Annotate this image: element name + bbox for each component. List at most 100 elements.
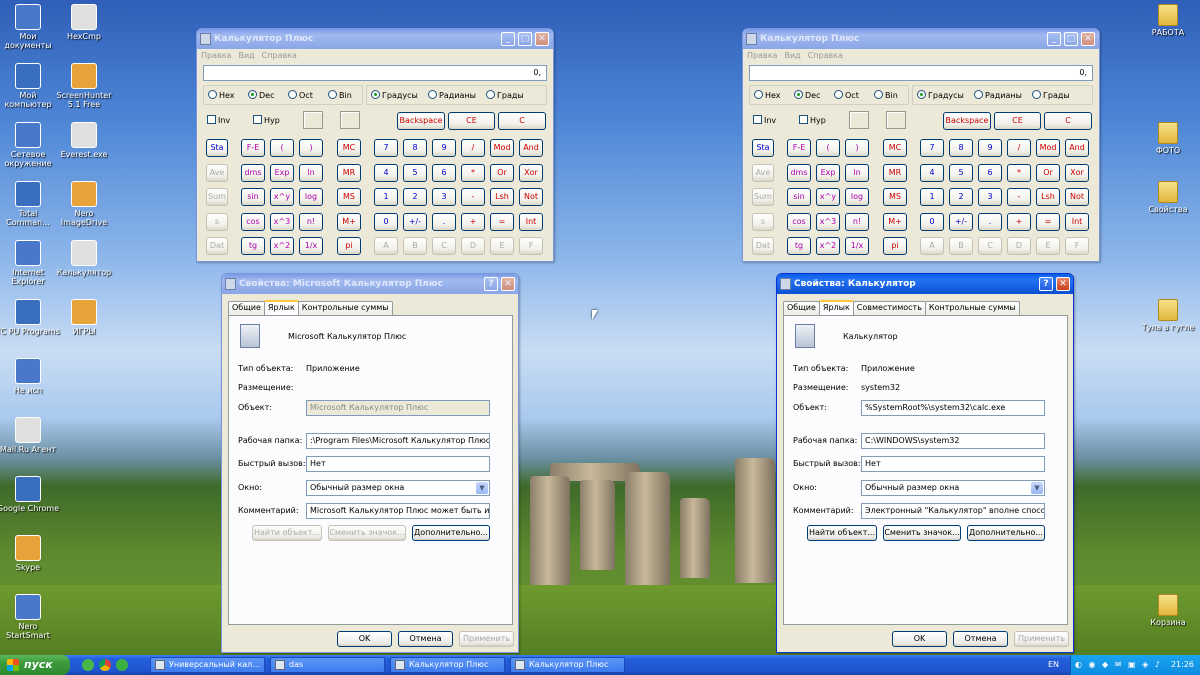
- key-4-6[interactable]: B: [949, 237, 973, 255]
- key-2-1[interactable]: sin: [787, 188, 811, 206]
- backspace-button[interactable]: Backspace: [397, 112, 445, 130]
- key-2-10[interactable]: Not: [519, 188, 543, 206]
- key-2-9[interactable]: Lsh: [1036, 188, 1060, 206]
- key-1-9[interactable]: Or: [490, 163, 514, 182]
- key-1-6[interactable]: 5: [403, 163, 427, 182]
- backspace-button[interactable]: Backspace: [943, 112, 991, 130]
- key-0-7[interactable]: 9: [978, 139, 1002, 157]
- quicklaunch-refresh-icon[interactable]: [82, 659, 94, 671]
- key-1-6[interactable]: 5: [949, 163, 973, 182]
- key-2-3[interactable]: log: [845, 188, 869, 206]
- key-1-10[interactable]: Xor: [519, 163, 543, 182]
- maximize-button[interactable]: □: [518, 32, 532, 46]
- desktop-icon[interactable]: Сетевое окружение: [0, 122, 60, 168]
- maximize-button[interactable]: □: [1064, 32, 1078, 46]
- key-0-6[interactable]: 8: [403, 139, 427, 157]
- ok-button[interactable]: OK: [892, 631, 947, 647]
- key-3-6[interactable]: +/-: [949, 212, 973, 231]
- key-0-1[interactable]: F-E: [241, 139, 265, 157]
- desktop-icon[interactable]: Не исп: [0, 358, 60, 395]
- chevron-down-icon[interactable]: ▼: [1031, 482, 1043, 494]
- key-0-0[interactable]: Sta: [206, 139, 228, 157]
- key-3-7[interactable]: .: [978, 212, 1002, 231]
- find-object-button[interactable]: Найти объект...: [252, 525, 322, 541]
- key-0-2[interactable]: (: [816, 139, 840, 157]
- desktop-icon[interactable]: Корзина: [1136, 594, 1200, 627]
- key-2-10[interactable]: Not: [1065, 188, 1089, 206]
- key-0-3[interactable]: ): [845, 139, 869, 157]
- radio-dec[interactable]: Dec: [794, 90, 820, 101]
- menu-item[interactable]: Вид: [784, 51, 800, 60]
- desktop-icon[interactable]: Google Chrome: [0, 476, 60, 513]
- minimize-button[interactable]: _: [501, 32, 515, 46]
- key-3-10[interactable]: Int: [1065, 212, 1089, 231]
- menu-item[interactable]: Справка: [262, 51, 297, 60]
- key-0-5[interactable]: 7: [920, 139, 944, 157]
- workdir-field[interactable]: C:\WINDOWS\system32: [861, 433, 1045, 449]
- c-button[interactable]: C: [498, 112, 546, 130]
- tab[interactable]: Ярлык: [818, 300, 854, 315]
- key-0-9[interactable]: Mod: [490, 139, 514, 157]
- desktop-icon[interactable]: Мой компьютер: [0, 63, 60, 109]
- key-1-0[interactable]: Ave: [206, 163, 228, 182]
- ce-button[interactable]: CE: [448, 112, 495, 130]
- properties-window-left[interactable]: Свойства: Microsoft Калькулятор Плюс? ✕ Об…: [221, 273, 519, 653]
- key-4-8[interactable]: D: [461, 237, 485, 255]
- key-3-2[interactable]: x^3: [816, 212, 840, 231]
- key-0-8[interactable]: /: [461, 139, 485, 157]
- key-0-10[interactable]: And: [519, 139, 543, 157]
- tab[interactable]: Общие: [228, 301, 265, 315]
- c-button[interactable]: C: [1044, 112, 1092, 130]
- desktop-icon[interactable]: Калькулятор: [52, 240, 116, 277]
- radio-dec[interactable]: Dec: [248, 90, 274, 101]
- desktop-icon[interactable]: Nero StartSmart: [0, 594, 60, 640]
- key-4-8[interactable]: D: [1007, 237, 1031, 255]
- desktop-icon[interactable]: ScreenHunter 5.1 Free: [52, 63, 116, 109]
- key-4-5[interactable]: A: [374, 237, 398, 255]
- key-4-1[interactable]: tg: [787, 237, 811, 255]
- inv-checkbox[interactable]: Inv: [207, 115, 230, 126]
- window-select[interactable]: Обычный размер окна ▼: [861, 480, 1045, 496]
- desktop-icon[interactable]: Skype: [0, 535, 60, 572]
- key-1-3[interactable]: ln: [845, 163, 869, 182]
- key-2-5[interactable]: 1: [374, 188, 398, 206]
- key-2-4[interactable]: MS: [883, 188, 907, 206]
- key-2-7[interactable]: 3: [978, 188, 1002, 206]
- key-3-0[interactable]: s: [752, 212, 774, 231]
- desktop-icon[interactable]: Mail.Ru Агент: [0, 417, 60, 454]
- key-3-9[interactable]: =: [1036, 212, 1060, 231]
- calculator-window-right[interactable]: Калькулятор Плюс _ □ ✕ Правка Вид Справка 0, Hex…: [742, 28, 1100, 262]
- key-4-7[interactable]: C: [978, 237, 1002, 255]
- key-4-1[interactable]: tg: [241, 237, 265, 255]
- desktop-icon[interactable]: Свойства: [1136, 181, 1200, 214]
- key-3-5[interactable]: 0: [374, 212, 398, 231]
- key-4-10[interactable]: F: [1065, 237, 1089, 255]
- window-title[interactable]: Свойства: Калькулятор? ✕: [777, 274, 1073, 294]
- key-2-6[interactable]: 2: [403, 188, 427, 206]
- key-2-7[interactable]: 3: [432, 188, 456, 206]
- key-2-8[interactable]: -: [461, 188, 485, 206]
- key-1-8[interactable]: *: [461, 163, 485, 182]
- desktop-icon[interactable]: HexCmp: [52, 4, 116, 41]
- key-4-4[interactable]: pi: [337, 237, 361, 255]
- task-button-calc-plus-1[interactable]: Калькулятор Плюс: [390, 657, 505, 673]
- chevron-down-icon[interactable]: ▼: [476, 482, 488, 494]
- window-select[interactable]: Обычный размер окна ▼: [306, 480, 490, 496]
- minimize-button[interactable]: _: [1047, 32, 1061, 46]
- key-0-1[interactable]: F-E: [787, 139, 811, 157]
- language-indicator[interactable]: EN: [1048, 655, 1059, 675]
- radio-angle[interactable]: Грады: [1032, 90, 1070, 101]
- calculator-window-left[interactable]: Калькулятор Плюс _ □ ✕ Правка Вид Справка 0, Hex…: [196, 28, 554, 262]
- cancel-button[interactable]: Отмена: [953, 631, 1008, 647]
- tab[interactable]: Контрольные суммы: [924, 301, 1020, 315]
- key-4-0[interactable]: Dat: [206, 237, 228, 255]
- apply-button[interactable]: Применить: [1014, 631, 1069, 647]
- radio-bin[interactable]: Bin: [874, 90, 898, 101]
- advanced-button[interactable]: Дополнительно...: [412, 525, 490, 541]
- key-1-9[interactable]: Or: [1036, 163, 1060, 182]
- key-2-1[interactable]: sin: [241, 188, 265, 206]
- key-0-2[interactable]: (: [270, 139, 294, 157]
- key-1-0[interactable]: Ave: [752, 163, 774, 182]
- advanced-button[interactable]: Дополнительно...: [967, 525, 1045, 541]
- hotkey-field[interactable]: Нет: [306, 456, 490, 472]
